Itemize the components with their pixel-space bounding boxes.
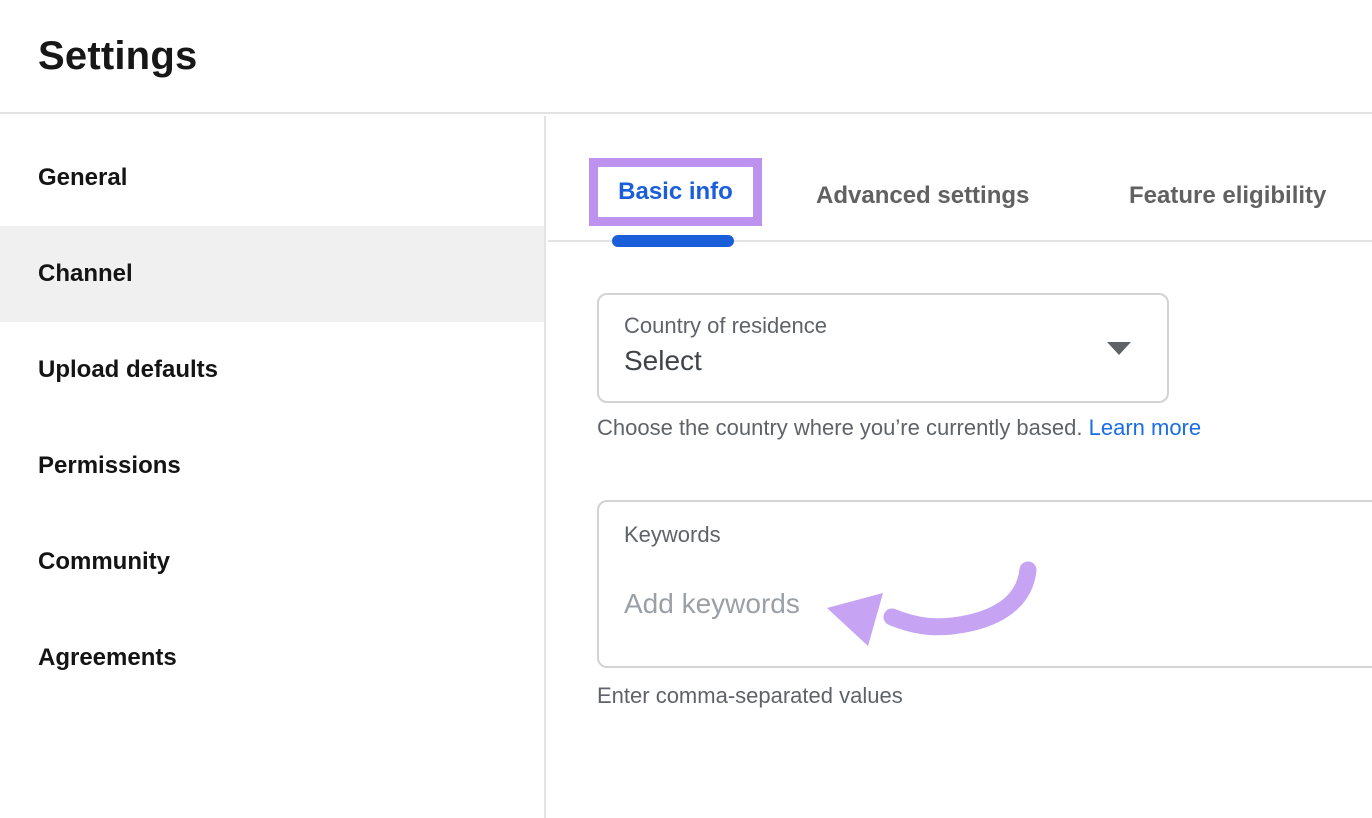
sidebar-item-upload-defaults[interactable]: Upload defaults bbox=[0, 322, 544, 418]
tab-feature-eligibility[interactable]: Feature eligibility bbox=[1129, 182, 1326, 210]
dialog-header: Settings bbox=[0, 0, 1372, 114]
active-tab-indicator bbox=[612, 235, 734, 247]
country-of-residence-select[interactable]: Country of residence Select bbox=[597, 293, 1169, 403]
annotation-highlight-box: Basic info bbox=[589, 158, 762, 226]
learn-more-link[interactable]: Learn more bbox=[1089, 415, 1202, 440]
caret-down-icon bbox=[1107, 342, 1131, 355]
tab-advanced-settings[interactable]: Advanced settings bbox=[816, 182, 1029, 210]
country-helper-text: Choose the country where you’re currentl… bbox=[597, 415, 1201, 441]
sidebar-item-community[interactable]: Community bbox=[0, 514, 544, 610]
country-helper-sentence: Choose the country where you’re currentl… bbox=[597, 415, 1082, 440]
sidebar-item-channel[interactable]: Channel bbox=[0, 226, 544, 322]
sidebar-item-agreements[interactable]: Agreements bbox=[0, 610, 544, 706]
settings-sidebar: General Channel Upload defaults Permissi… bbox=[0, 116, 546, 818]
tab-basic-info[interactable]: Basic info bbox=[618, 178, 733, 206]
keywords-input[interactable]: Keywords Add keywords bbox=[597, 500, 1372, 668]
page-title: Settings bbox=[38, 0, 197, 112]
sidebar-item-general[interactable]: General bbox=[0, 130, 544, 226]
keywords-helper-text: Enter comma-separated values bbox=[597, 683, 903, 709]
sidebar-item-permissions[interactable]: Permissions bbox=[0, 418, 544, 514]
tab-bar: Basic info Advanced settings Feature eli… bbox=[548, 116, 1372, 242]
keywords-placeholder: Add keywords bbox=[624, 588, 800, 620]
country-select-value: Select bbox=[624, 345, 702, 377]
settings-dialog: Settings General Channel Upload defaults… bbox=[0, 0, 1372, 818]
country-select-label: Country of residence bbox=[624, 313, 827, 339]
channel-settings-panel: Basic info Advanced settings Feature eli… bbox=[548, 116, 1372, 818]
keywords-label: Keywords bbox=[624, 522, 721, 548]
